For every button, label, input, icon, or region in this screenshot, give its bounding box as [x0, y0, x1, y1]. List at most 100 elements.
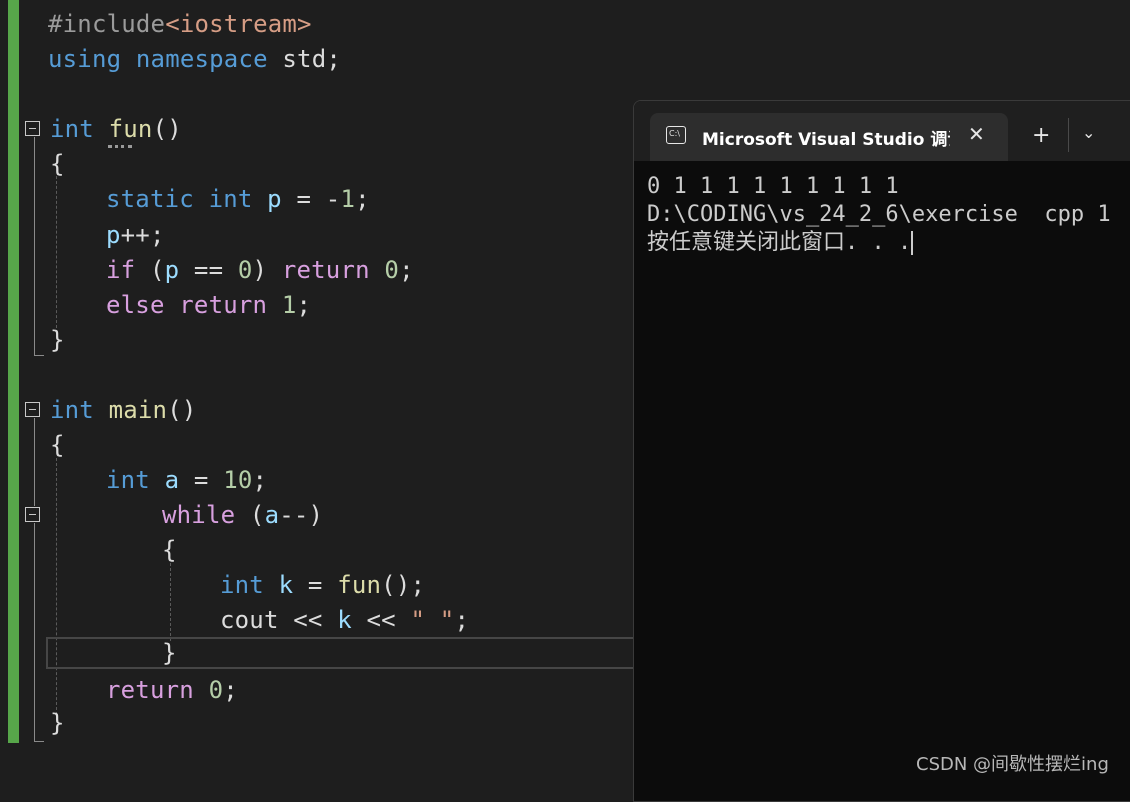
code-token: if [106, 256, 136, 284]
close-tab-icon[interactable]: ✕ [968, 122, 985, 146]
code-token: { [162, 536, 177, 564]
indent-guide [56, 176, 57, 328]
indent-guide [56, 458, 57, 720]
code-line[interactable]: cout << k << " "; [220, 603, 469, 637]
terminal-icon: C:\ [666, 126, 686, 144]
terminal-tab[interactable]: C:\ Microsoft Visual Studio 调试控制台 ✕ [650, 113, 1008, 161]
code-token: cout [220, 606, 279, 634]
code-token: == [179, 256, 238, 284]
code-token: 1 [281, 291, 297, 319]
code-line[interactable]: int k = fun(); [220, 568, 425, 602]
fold-line-main-a [34, 418, 35, 506]
debug-console-window[interactable]: C:\ Microsoft Visual Studio 调试控制台 ✕ + ⌄ … [633, 100, 1130, 802]
code-token: a [164, 466, 180, 494]
change-tracking-bar [8, 0, 19, 743]
code-token: return [106, 676, 194, 704]
code-token: { [50, 150, 65, 178]
collapse-main-icon[interactable] [25, 402, 40, 417]
terminal-titlebar: C:\ Microsoft Visual Studio 调试控制台 ✕ + ⌄ [634, 101, 1130, 161]
code-token: 1 [340, 185, 356, 213]
code-line[interactable]: } [50, 706, 65, 740]
code-line[interactable]: int main() [50, 393, 197, 427]
code-token: std; [267, 45, 341, 73]
code-token: return [179, 291, 268, 319]
current-line-highlight [46, 637, 646, 669]
code-line[interactable]: { [50, 428, 65, 462]
chevron-down-icon[interactable]: ⌄ [1082, 123, 1095, 142]
code-token: = [179, 466, 224, 494]
code-token: using [48, 45, 122, 73]
code-token: ( [235, 501, 265, 529]
code-line[interactable]: { [50, 147, 65, 181]
code-token: int [220, 571, 264, 599]
code-token: p [106, 221, 121, 249]
code-token: ; [454, 606, 470, 634]
code-token: = - [281, 185, 341, 213]
code-token: 10 [223, 466, 253, 494]
code-token: << [278, 606, 338, 634]
code-token: while [162, 501, 236, 529]
fold-line-fun [34, 137, 35, 355]
indent-guide [170, 563, 171, 641]
code-token: << [351, 606, 411, 634]
code-token: ; [296, 291, 312, 319]
code-token: a [264, 501, 280, 529]
code-token: else [106, 291, 165, 319]
code-token: fun [108, 115, 153, 143]
collapse-while-icon[interactable] [25, 507, 40, 522]
code-line[interactable]: while (a--) [162, 498, 323, 532]
code-line[interactable]: return 0; [106, 673, 238, 707]
code-line[interactable]: if (p == 0) return 0; [106, 253, 414, 287]
code-line[interactable]: } [162, 636, 177, 670]
code-token: 0 [237, 256, 253, 284]
code-token: ( [135, 256, 165, 284]
code-token: namespace [135, 45, 268, 73]
code-token: <iostream> [165, 10, 312, 38]
code-token: int [50, 115, 94, 143]
fold-end-main [34, 741, 44, 742]
new-tab-plus-icon[interactable]: + [1032, 123, 1050, 148]
code-line[interactable]: static int p = -1; [106, 182, 370, 216]
code-line[interactable]: p++; [106, 218, 165, 252]
code-line[interactable]: int fun() [50, 112, 182, 146]
code-line[interactable]: { [162, 533, 177, 567]
code-token: ; [355, 185, 370, 213]
code-line[interactable]: int a = 10; [106, 463, 267, 497]
code-token: return [281, 256, 370, 284]
csdn-watermark: CSDN @间歇性摆烂ing [916, 754, 1109, 775]
code-token: int [50, 396, 94, 424]
code-line[interactable]: #include<iostream> [48, 7, 312, 41]
code-token: ; [252, 466, 268, 494]
code-token: static [106, 185, 194, 213]
code-line[interactable]: else return 1; [106, 288, 311, 322]
code-line[interactable]: using namespace std; [48, 42, 341, 76]
console-output-line: 0 1 1 1 1 1 1 1 1 1 [647, 174, 899, 199]
code-token: ; [223, 676, 238, 704]
code-token: int [106, 466, 150, 494]
code-token: ++; [120, 221, 165, 249]
code-token: k [278, 571, 294, 599]
code-token: { [50, 431, 65, 459]
fold-end-fun [34, 355, 44, 356]
code-token: p [267, 185, 282, 213]
titlebar-divider [1068, 118, 1069, 152]
code-token: ) [252, 256, 282, 284]
code-token: } [50, 709, 65, 737]
code-token: () [167, 396, 197, 424]
code-token: } [162, 639, 177, 667]
code-line[interactable]: } [50, 323, 65, 357]
console-prompt-line: 按任意键关闭此窗口. . . [647, 229, 914, 257]
collapse-fun-icon[interactable] [25, 121, 40, 136]
code-token: ; [399, 256, 414, 284]
code-token: #include [48, 10, 166, 38]
console-prompt-text: 按任意键关闭此窗口. . . [647, 230, 912, 255]
code-token: p [164, 256, 180, 284]
code-token: 0 [384, 256, 400, 284]
